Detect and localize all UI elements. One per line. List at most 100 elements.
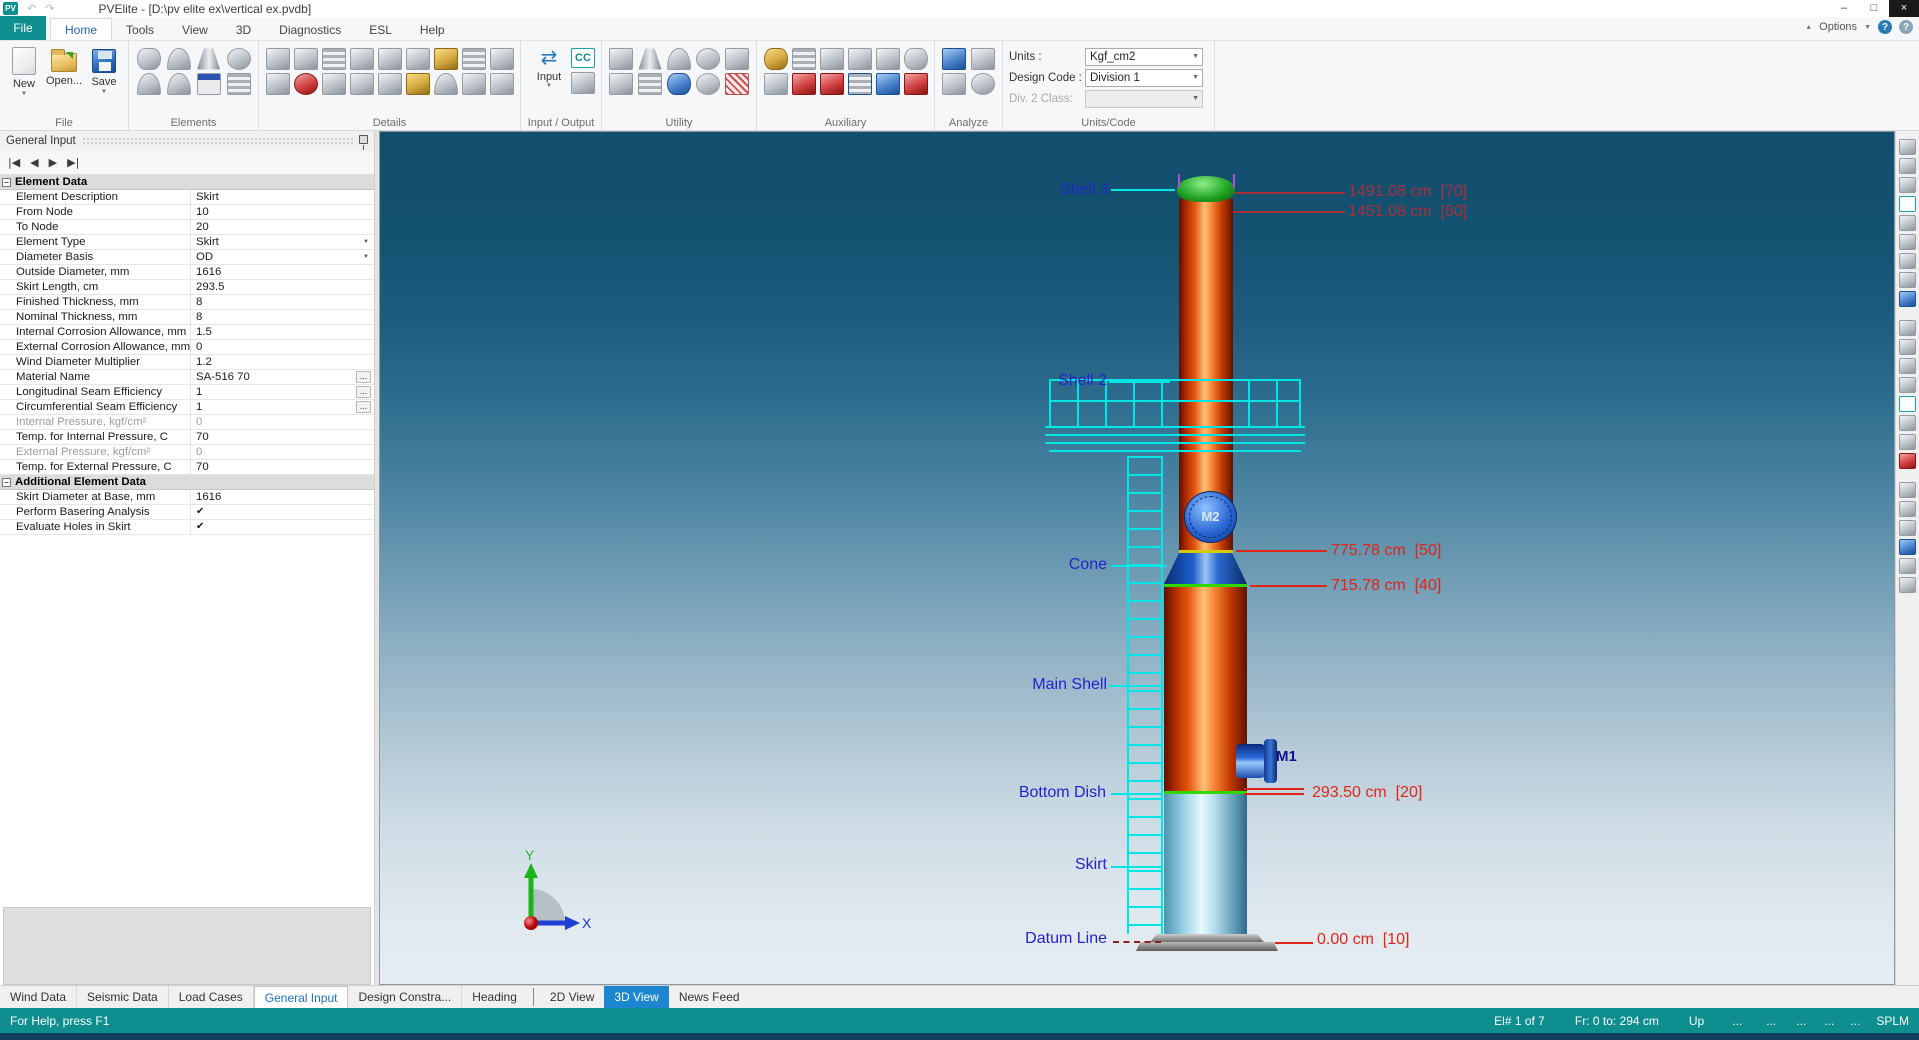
dwg-export-icon[interactable] bbox=[791, 73, 816, 95]
split-element-icon[interactable] bbox=[638, 73, 662, 95]
redo-icon[interactable]: ↷ bbox=[45, 2, 54, 15]
zoom-out-icon[interactable] bbox=[1899, 253, 1916, 269]
browse-button[interactable]: ... bbox=[356, 401, 371, 413]
rotate-view-icon[interactable] bbox=[1899, 291, 1916, 307]
nozzle-icon[interactable] bbox=[265, 48, 290, 70]
channel-icon[interactable] bbox=[349, 73, 374, 95]
access-export-icon[interactable] bbox=[819, 73, 844, 95]
saddle-icon[interactable] bbox=[349, 48, 374, 70]
cylinder-icon[interactable] bbox=[136, 48, 161, 70]
torispherical-head-icon[interactable] bbox=[166, 73, 191, 95]
scatter-link-icon[interactable] bbox=[725, 48, 749, 70]
tab-tools[interactable]: Tools bbox=[112, 19, 168, 40]
error-check-icon[interactable] bbox=[942, 73, 966, 95]
first-element-button[interactable]: |◀ bbox=[8, 156, 20, 169]
report-image-icon[interactable] bbox=[571, 72, 595, 94]
run-analysis-icon[interactable] bbox=[942, 48, 966, 70]
zoom-window-icon[interactable] bbox=[1899, 215, 1916, 231]
browse-button[interactable]: ... bbox=[356, 386, 371, 398]
tab-file[interactable]: File bbox=[0, 16, 46, 40]
field-value[interactable]: 0 bbox=[190, 340, 374, 354]
rect-duct-icon[interactable] bbox=[196, 73, 221, 95]
field-value[interactable]: 1616 bbox=[190, 490, 374, 504]
help-icon[interactable]: ? bbox=[1878, 20, 1892, 34]
tab-help[interactable]: Help bbox=[406, 19, 459, 40]
maximize-button[interactable]: □ bbox=[1859, 0, 1889, 17]
front-view-icon[interactable] bbox=[1899, 320, 1916, 336]
field-value[interactable]: 8 bbox=[190, 295, 374, 309]
print-icon[interactable] bbox=[1899, 139, 1916, 155]
close-button[interactable]: × bbox=[1889, 0, 1919, 17]
field-value[interactable]: Skirt bbox=[190, 190, 374, 204]
save-button[interactable]: Save ▼ bbox=[86, 45, 122, 97]
packing-icon[interactable] bbox=[405, 73, 430, 95]
cross-brace-icon[interactable] bbox=[321, 73, 346, 95]
hidden-line-icon[interactable] bbox=[1899, 520, 1916, 536]
3d-viewport[interactable]: M2 M1 1491.08 cm [70] 1451.08 cm [60] 77… bbox=[379, 131, 1895, 985]
box-support-icon[interactable] bbox=[461, 73, 486, 95]
elliptical-head-icon[interactable] bbox=[166, 48, 191, 70]
leg-support-icon[interactable] bbox=[377, 73, 402, 95]
derrick-icon[interactable] bbox=[875, 48, 900, 70]
perspective-view-icon[interactable] bbox=[1899, 453, 1916, 469]
tab-3d[interactable]: 3D bbox=[222, 19, 265, 40]
mesh-icon[interactable] bbox=[725, 73, 749, 95]
summary-list-icon[interactable] bbox=[847, 73, 872, 95]
tab-view[interactable]: View bbox=[168, 19, 222, 40]
delete-element-icon[interactable] bbox=[609, 73, 633, 95]
rolled-plate-icon[interactable] bbox=[903, 48, 928, 70]
last-element-button[interactable]: ▶| bbox=[67, 156, 79, 169]
field-value[interactable]: Skirt ▼ bbox=[190, 235, 374, 249]
input-button[interactable]: ⇄ Input ▼ bbox=[527, 45, 571, 114]
field-value[interactable]: 1... bbox=[190, 400, 374, 414]
flat-head-plus-icon[interactable] bbox=[433, 73, 458, 95]
pipe-tee-icon[interactable] bbox=[489, 73, 514, 95]
tab-seismic-data[interactable]: Seismic Data bbox=[77, 986, 169, 1008]
script-icon[interactable] bbox=[763, 73, 788, 95]
save-image-icon[interactable] bbox=[1899, 177, 1916, 193]
nozzle-report-icon[interactable] bbox=[377, 48, 402, 70]
tab-3d-view[interactable]: 3D View bbox=[604, 986, 669, 1008]
tab-diagnostics[interactable]: Diagnostics bbox=[265, 19, 355, 40]
units-combobox[interactable]: Kgf_cm2 ▼ bbox=[1085, 47, 1203, 66]
checkbox-value[interactable]: ✔ bbox=[190, 505, 374, 519]
zoom-2d-icon[interactable] bbox=[696, 48, 720, 70]
open-button[interactable]: Open... bbox=[46, 45, 82, 97]
tab-home[interactable]: Home bbox=[50, 18, 113, 40]
sphere-icon[interactable] bbox=[696, 73, 720, 95]
wireframe-view-icon[interactable] bbox=[1899, 501, 1916, 517]
force-moment-icon[interactable] bbox=[293, 73, 318, 95]
tab-heading[interactable]: Heading bbox=[462, 986, 527, 1008]
field-value[interactable]: 70 bbox=[190, 430, 374, 444]
import-nozzle-icon[interactable] bbox=[609, 48, 633, 70]
field-value[interactable]: 1616 bbox=[190, 265, 374, 279]
skirt-basering-icon[interactable] bbox=[226, 73, 251, 95]
tray-stack-icon[interactable] bbox=[461, 48, 486, 70]
calculator-icon[interactable] bbox=[875, 73, 900, 95]
tab-general-input[interactable]: General Input bbox=[253, 986, 349, 1008]
field-value[interactable]: 20 bbox=[190, 220, 374, 234]
picker-hand-icon[interactable] bbox=[847, 48, 872, 70]
field-value[interactable]: 8 bbox=[190, 310, 374, 324]
review-notes-icon[interactable] bbox=[971, 48, 995, 70]
collapse-icon[interactable]: – bbox=[2, 177, 11, 187]
shaded-view-icon[interactable] bbox=[1899, 482, 1916, 498]
zoom-extents-icon[interactable] bbox=[1899, 196, 1916, 212]
bottom-view-icon[interactable] bbox=[1899, 377, 1916, 393]
conical-section-icon[interactable] bbox=[196, 48, 221, 70]
back-view-icon[interactable] bbox=[1899, 339, 1916, 355]
minimize-ribbon-icon[interactable]: ▲ bbox=[1805, 24, 1812, 31]
field-value[interactable]: 10 bbox=[190, 205, 374, 219]
select-icon[interactable] bbox=[1899, 539, 1916, 555]
jacket-icon[interactable] bbox=[433, 48, 458, 70]
dropdown-arrow-icon[interactable]: ▼ bbox=[363, 235, 369, 249]
shell-sheet-icon[interactable] bbox=[763, 48, 788, 70]
field-value[interactable]: 70 bbox=[190, 460, 374, 474]
stiffener-spacing-icon[interactable] bbox=[293, 48, 318, 70]
design-code-combobox[interactable]: Division 1 ▼ bbox=[1085, 68, 1203, 87]
insulation-icon[interactable] bbox=[405, 48, 430, 70]
pin-icon[interactable] bbox=[359, 134, 368, 150]
next-element-button[interactable]: ▶ bbox=[49, 156, 57, 169]
field-value[interactable]: 1.5 bbox=[190, 325, 374, 339]
options-arrow-icon[interactable]: ▼ bbox=[1864, 24, 1871, 31]
